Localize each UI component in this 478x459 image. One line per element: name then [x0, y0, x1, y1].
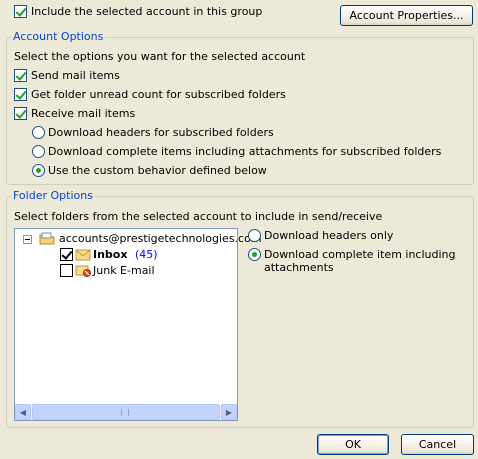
folder-tree[interactable]: accounts@prestigetechnologies.com Inbox … [14, 228, 262, 421]
complete-item-radio[interactable] [248, 248, 261, 261]
complete-item-label-line2: attachments [264, 261, 334, 274]
account-node-label[interactable]: accounts@prestigetechnologies.com [59, 232, 262, 245]
junk-email-icon [75, 264, 91, 277]
custom-behavior-radio[interactable] [32, 164, 45, 177]
cancel-button[interactable]: Cancel [401, 434, 474, 455]
scroll-left-icon[interactable]: ◀ [15, 404, 31, 420]
scroll-grip-icon [121, 409, 129, 416]
download-complete-radio[interactable] [32, 145, 45, 158]
junk-checkbox[interactable] [60, 264, 73, 277]
folder-options-description: Select folders from the selected account… [14, 210, 383, 223]
inbox-checkbox[interactable] [60, 248, 73, 261]
scroll-right-icon[interactable]: ▶ [221, 404, 237, 420]
download-complete-label: Download complete items including attach… [48, 145, 442, 158]
account-options-legend: Account Options [11, 30, 106, 43]
complete-item-label-line1: Download complete item including [264, 248, 456, 261]
junk-label[interactable]: Junk E-mail [93, 264, 155, 277]
folder-unread-checkbox[interactable] [14, 88, 27, 101]
folder-options-legend: Folder Options [11, 189, 95, 202]
include-account-label: Include the selected account in this gro… [31, 5, 263, 18]
headers-only-radio[interactable] [248, 229, 261, 242]
download-headers-label: Download headers for subscribed folders [48, 126, 274, 139]
horizontal-scrollbar[interactable]: ◀ ▶ [15, 404, 237, 420]
custom-behavior-label: Use the custom behavior defined below [48, 164, 267, 177]
inbox-label[interactable]: Inbox (45) [93, 248, 158, 261]
ok-button[interactable]: OK [317, 434, 389, 455]
scroll-thumb[interactable] [32, 404, 220, 420]
account-options-description: Select the options you want for the sele… [14, 50, 306, 63]
include-account-checkbox[interactable] [14, 5, 27, 18]
send-mail-label: Send mail items [31, 69, 120, 82]
receive-mail-checkbox[interactable] [14, 107, 27, 120]
headers-only-label: Download headers only [264, 229, 394, 242]
download-headers-radio[interactable] [32, 126, 45, 139]
inbox-name: Inbox [93, 248, 128, 261]
receive-mail-label: Receive mail items [31, 107, 136, 120]
collapse-toggle-icon[interactable] [23, 235, 32, 244]
account-folder-icon [39, 232, 55, 245]
folder-unread-label: Get folder unread count for subscribed f… [31, 88, 286, 101]
inbox-count: (45) [134, 248, 158, 261]
send-mail-checkbox[interactable] [14, 69, 27, 82]
account-properties-button[interactable]: Account Properties... [340, 5, 473, 26]
inbox-icon [75, 248, 91, 261]
